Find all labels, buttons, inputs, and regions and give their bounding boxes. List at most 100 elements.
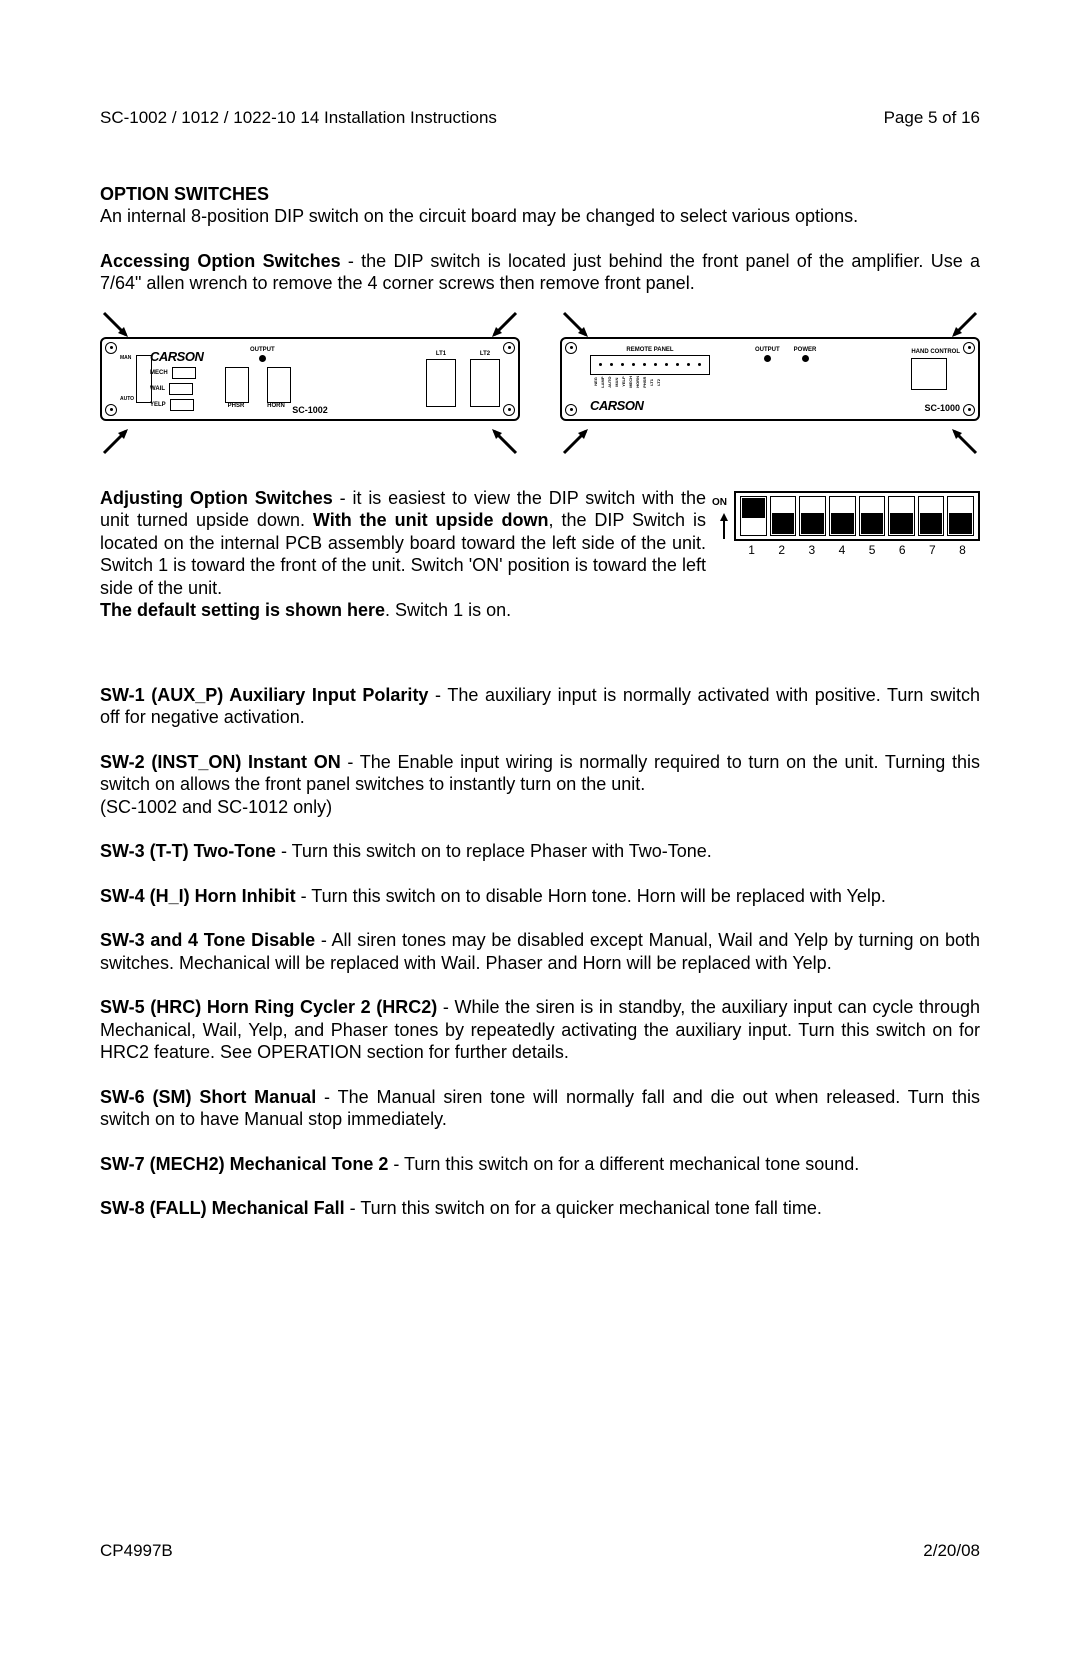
sw2: SW-2 (INST_ON) Instant ON - The Enable i… — [100, 751, 980, 819]
label-yelp: YELP — [150, 402, 166, 408]
dip-number: 8 — [949, 543, 976, 557]
panel-sc-1000: REMOTE PANEL NEGLAMPAUTOMANYELPMECHHORNP… — [560, 337, 980, 421]
arrow-icon — [560, 423, 594, 457]
rocker — [170, 399, 194, 411]
pin-label: LT2 — [657, 376, 661, 388]
dip-slot — [799, 496, 826, 536]
sw34-label: SW-3 and 4 Tone Disable — [100, 930, 315, 950]
footer-right: 2/20/08 — [923, 1541, 980, 1561]
label-man: MAN — [120, 356, 134, 361]
adjusting-text: Adjusting Option Switches - it is easies… — [100, 487, 706, 622]
carson-logo: CARSON — [150, 349, 203, 364]
power-led — [802, 355, 809, 362]
pin-label: LT1 — [650, 376, 654, 388]
screw-icon — [963, 342, 975, 354]
output-led — [259, 355, 266, 362]
adjust-label: Adjusting Option Switches — [100, 488, 333, 508]
dip-number: 1 — [738, 543, 765, 557]
label-hand-control: HAND CONTROL — [911, 349, 960, 355]
dip-numbers: 12345678 — [734, 543, 980, 557]
pin-label: HORN — [636, 376, 640, 388]
sw6: SW-6 (SM) Short Manual - The Manual sire… — [100, 1086, 980, 1131]
dip-number: 3 — [798, 543, 825, 557]
panel-diagrams: MAN AUTO CARSON MECH WAIL YELP — [100, 309, 980, 451]
pin-label: PHSR — [643, 376, 647, 388]
rocker-hand-control — [911, 358, 947, 390]
arrow-icon — [946, 423, 980, 457]
sw6-label: SW-6 (SM) Short Manual — [100, 1087, 316, 1107]
dip-diagram: ON 12345678 — [734, 491, 980, 557]
dip-slot — [740, 496, 767, 536]
pin-label: MECH — [629, 376, 633, 388]
page: SC-1002 / 1012 / 1022-10 14 Installation… — [0, 0, 1080, 1669]
default-rest: . Switch 1 is on. — [385, 600, 511, 620]
sw4-text: - Turn this switch on to disable Horn to… — [296, 886, 886, 906]
header-right: Page 5 of 16 — [884, 108, 980, 128]
rocker-phsr — [225, 367, 249, 403]
label-lt1: LT1 — [426, 351, 456, 357]
sw2-note: (SC-1002 and SC-1012 only) — [100, 797, 332, 817]
rocker — [172, 367, 196, 379]
arrow-icon — [486, 423, 520, 457]
sw1: SW-1 (AUX_P) Auxiliary Input Polarity - … — [100, 684, 980, 729]
pin-label: NEG — [594, 376, 598, 388]
sw8: SW-8 (FALL) Mechanical Fall - Turn this … — [100, 1197, 980, 1220]
dip-slot — [829, 496, 856, 536]
footer-left: CP4997B — [100, 1541, 173, 1561]
accessing-label: Accessing Option Switches — [100, 251, 341, 271]
sw3: SW-3 (T-T) Two-Tone - Turn this switch o… — [100, 840, 980, 863]
model-label: SC-1002 — [292, 405, 328, 415]
screw-icon — [565, 404, 577, 416]
sw7-label: SW-7 (MECH2) Mechanical Tone 2 — [100, 1154, 388, 1174]
panel-sc-1002-wrap: MAN AUTO CARSON MECH WAIL YELP — [100, 309, 520, 451]
label-remote: REMOTE PANEL — [590, 347, 710, 353]
sw4-label: SW-4 (H_I) Horn Inhibit — [100, 886, 296, 906]
header-left: SC-1002 / 1012 / 1022-10 14 Installation… — [100, 108, 497, 128]
sw8-text: - Turn this switch on for a quicker mech… — [345, 1198, 822, 1218]
label-phsr: PHSR — [225, 403, 247, 409]
output-led — [764, 355, 771, 362]
screw-icon — [503, 404, 515, 416]
page-footer: CP4997B 2/20/08 — [100, 1541, 980, 1561]
section-title: OPTION SWITCHES — [100, 184, 980, 205]
sw8-label: SW-8 (FALL) Mechanical Fall — [100, 1198, 345, 1218]
dip-number: 4 — [828, 543, 855, 557]
rocker-lt1 — [426, 359, 456, 407]
dip-slot — [918, 496, 945, 536]
sw5: SW-5 (HRC) Horn Ring Cycler 2 (HRC2) - W… — [100, 996, 980, 1064]
adjusting-row: Adjusting Option Switches - it is easies… — [100, 487, 980, 622]
pin-labels: NEGLAMPAUTOMANYELPMECHHORNPHSRLT1LT2 — [590, 376, 710, 388]
label-auto: AUTO — [120, 397, 134, 402]
arrow-icon — [100, 423, 134, 457]
panel-sc-1000-wrap: REMOTE PANEL NEGLAMPAUTOMANYELPMECHHORNP… — [560, 309, 980, 451]
label-power: POWER — [794, 347, 817, 353]
sw4: SW-4 (H_I) Horn Inhibit - Turn this swit… — [100, 885, 980, 908]
dip-number: 6 — [889, 543, 916, 557]
dip-number: 7 — [919, 543, 946, 557]
adjust-bold2: With the unit upside down — [313, 510, 549, 530]
model-label: SC-1000 — [924, 403, 960, 413]
sw7: SW-7 (MECH2) Mechanical Tone 2 - Turn th… — [100, 1153, 980, 1176]
screw-icon — [503, 342, 515, 354]
dip-slot — [947, 496, 974, 536]
carson-logo: CARSON — [590, 398, 643, 413]
dip-slot — [770, 496, 797, 536]
sw3-label: SW-3 (T-T) Two-Tone — [100, 841, 276, 861]
screw-icon — [565, 342, 577, 354]
dip-on-label: ON — [712, 497, 727, 508]
rocker — [169, 383, 193, 395]
sw3-text: - Turn this switch on to replace Phaser … — [276, 841, 712, 861]
label-mech: MECH — [150, 370, 168, 376]
screw-icon — [105, 404, 117, 416]
label-wail: WAIL — [150, 386, 165, 392]
sw34: SW-3 and 4 Tone Disable - All siren tone… — [100, 929, 980, 974]
dip-slot — [888, 496, 915, 536]
dip-switch-box: ON — [734, 491, 980, 541]
arrow-up-icon — [716, 511, 732, 541]
sw7-text: - Turn this switch on for a different me… — [388, 1154, 859, 1174]
label-lt2: LT2 — [470, 351, 500, 357]
default-label: The default setting is shown here — [100, 600, 385, 620]
sw2-label: SW-2 (INST_ON) Instant ON — [100, 752, 341, 772]
dip-number: 2 — [768, 543, 795, 557]
sw5-label: SW-5 (HRC) Horn Ring Cycler 2 (HRC2) — [100, 997, 437, 1017]
